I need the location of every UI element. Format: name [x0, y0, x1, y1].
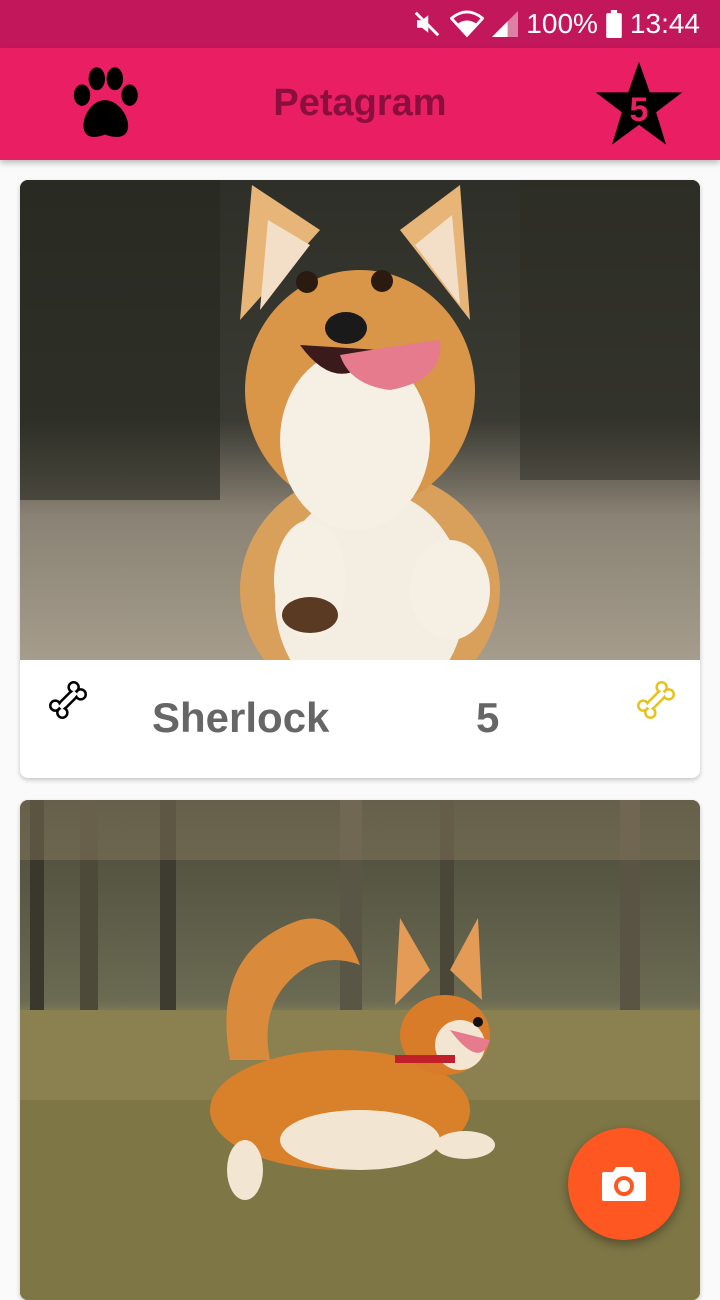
pet-name: Sherlock — [152, 694, 330, 741]
camera-icon — [602, 1167, 646, 1201]
status-bar: 100% 13:44 — [0, 0, 720, 48]
pet-info-row: Sherlock 5 — [20, 660, 700, 778]
battery-icon — [606, 10, 622, 38]
pet-card: Sherlock 5 — [20, 180, 700, 778]
battery-percent: 100% — [526, 8, 598, 39]
mute-icon — [412, 9, 442, 39]
status-icons: 100% 13:44 — [412, 8, 700, 40]
camera-fab-button[interactable] — [568, 1128, 680, 1240]
pet-rating: 5 — [476, 694, 500, 741]
wifi-icon — [450, 9, 485, 39]
bone-icon — [637, 681, 675, 719]
favorites-count[interactable]: 5 — [594, 60, 684, 150]
app-bar: Petagram 5 — [0, 48, 720, 160]
signal-icon — [492, 10, 519, 38]
pet-photo — [20, 180, 700, 660]
bone-icon[interactable] — [48, 680, 88, 720]
clock: 13:44 — [629, 8, 700, 39]
